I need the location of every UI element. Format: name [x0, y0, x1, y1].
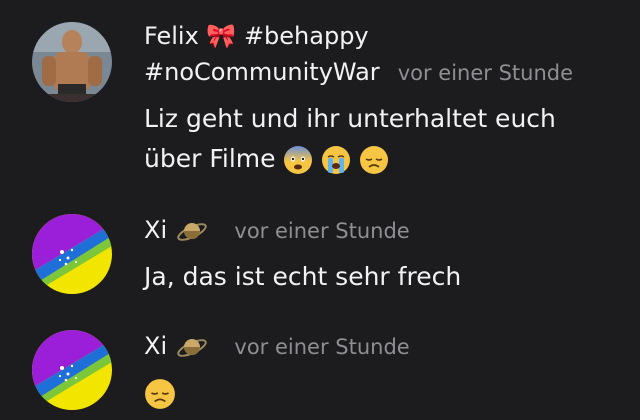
- author-name-text: Felix 🎀 #behappy: [144, 22, 369, 50]
- author-name-text: Xi: [144, 332, 168, 360]
- message-text: Ja, das ist echt sehr frech: [144, 262, 462, 291]
- author-name-text: Xi: [144, 216, 168, 244]
- avatar-abstract-image: [32, 330, 112, 410]
- message-text: [144, 373, 620, 413]
- avatar[interactable]: [32, 330, 112, 410]
- author-name[interactable]: Xi vor einer Stunde: [144, 212, 620, 249]
- timestamp: vor einer Stunde: [234, 335, 410, 359]
- author-name[interactable]: Xi vor einer Stunde: [144, 328, 620, 365]
- fearful-face-emoji: [283, 145, 313, 175]
- author-name[interactable]: Felix 🎀 #behappy: [144, 18, 620, 54]
- avatar[interactable]: [32, 22, 112, 102]
- crying-face-emoji: [321, 145, 351, 175]
- message-text: Liz geht und ihr unterhaltet euch über F…: [144, 99, 620, 179]
- avatar-abstract-image: [32, 214, 112, 294]
- avatar[interactable]: [32, 214, 112, 294]
- timestamp: vor einer Stunde: [234, 219, 410, 243]
- avatar-photo-image: [32, 22, 112, 102]
- ringed-planet-icon: [175, 332, 209, 362]
- disappointed-face-emoji: [359, 145, 389, 175]
- chat-feed: Felix 🎀 #behappy #noCommunityWar vor eine…: [0, 0, 640, 420]
- ringed-planet-icon: [175, 216, 209, 246]
- author-hashtag[interactable]: #noCommunityWar: [144, 58, 380, 86]
- timestamp: vor einer Stunde: [397, 61, 573, 85]
- disappointed-face-emoji: [144, 378, 176, 410]
